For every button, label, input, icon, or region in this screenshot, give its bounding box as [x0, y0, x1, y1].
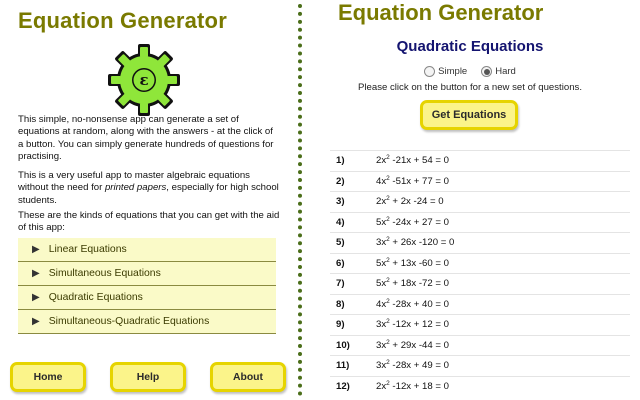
get-equations-button[interactable]: Get Equations [420, 100, 518, 130]
equation-number: 8) [336, 298, 345, 310]
simple-radio-label: Simple [438, 66, 468, 77]
instruction-text: Please click on the button for a new set… [358, 82, 582, 93]
kind-label: Linear Equations [48, 244, 127, 255]
printed-papers-emphasis: printed papers [104, 182, 167, 194]
equation-text: 4x2 -28x + 40 = 0 [376, 297, 449, 310]
equation-row: 4) 5x2 -24x + 27 = 0 [330, 211, 630, 233]
equation-text: 3x2 -12x + 12 = 0 [376, 318, 449, 331]
kind-item-simultaneous[interactable]: ▶ Simultaneous Equations [18, 262, 276, 286]
equation-number: 10) [336, 339, 350, 351]
equation-row: 5) 3x2 + 26x -120 = 0 [330, 232, 630, 253]
usefulness-paragraph: This is a very useful app to master alge… [18, 170, 279, 206]
equation-row: 12) 2x2 -12x + 18 = 0 [330, 375, 630, 397]
panel-divider [298, 4, 302, 396]
equation-row: 7) 5x2 + 18x -72 = 0 [330, 273, 630, 294]
equation-number: 9) [336, 319, 345, 331]
equation-text: 5x2 -24x + 27 = 0 [376, 215, 449, 228]
app-title: Equation Generator [18, 8, 227, 33]
equation-number: 4) [336, 216, 345, 228]
bottom-nav: Home Help About [0, 362, 292, 394]
equation-number: 3) [336, 196, 345, 208]
kind-item-quadratic[interactable]: ▶ Quadratic Equations [18, 286, 276, 310]
gear-logo-icon: ε [108, 44, 180, 116]
hard-radio[interactable]: Hard [481, 66, 516, 77]
equation-text: 2x2 + 2x -24 = 0 [376, 195, 444, 208]
equation-text: 2x2 -12x + 18 = 0 [376, 379, 449, 392]
equation-row: 9) 3x2 -12x + 12 = 0 [330, 314, 630, 335]
home-button[interactable]: Home [10, 362, 86, 392]
equation-kinds-list: ▶ Linear Equations ▶ Simultaneous Equation… [18, 238, 276, 334]
equation-text: 3x2 -28x + 49 = 0 [376, 359, 449, 372]
equation-text: 3x2 + 26x -120 = 0 [376, 236, 455, 249]
difficulty-radio-group: Simple Hard [310, 66, 630, 77]
play-arrow-icon: ▶ [32, 316, 40, 327]
quadratic-panel: Equation Generator Quadratic Equations S… [310, 0, 640, 400]
equation-text: 5x2 + 13x -60 = 0 [376, 256, 449, 269]
home-panel: Equation Generator ε This simple, no-non… [0, 0, 292, 400]
equation-number: 6) [336, 257, 345, 269]
intro-paragraph: This simple, no-nonsense app can generat… [18, 114, 274, 163]
equation-text: 3x2 + 29x -44 = 0 [376, 338, 449, 351]
equation-row: 8) 4x2 -28x + 40 = 0 [330, 293, 630, 315]
kind-item-simultaneous-quadratic[interactable]: ▶ Simultaneous-Quadratic Equations [18, 310, 276, 334]
play-arrow-icon: ▶ [32, 292, 40, 303]
hard-radio-label: Hard [495, 66, 516, 77]
equation-row: 3) 2x2 + 2x -24 = 0 [330, 191, 630, 212]
equation-number: 12) [336, 380, 350, 392]
page-subtitle: Quadratic Equations [396, 38, 544, 55]
logo-letter: ε [139, 71, 148, 89]
equation-number: 5) [336, 237, 345, 249]
kinds-intro-paragraph: These are the kinds of equations that yo… [18, 210, 280, 234]
equation-text: 5x2 + 18x -72 = 0 [376, 277, 449, 290]
equation-number: 11) [336, 360, 350, 372]
simple-radio[interactable]: Simple [424, 66, 467, 77]
radio-selected-icon [481, 66, 493, 77]
equation-number: 7) [336, 278, 345, 290]
equation-row: 1) 2x2 -21x + 54 = 0 [330, 150, 630, 171]
kind-label: Simultaneous-Quadratic Equations [48, 316, 210, 327]
kind-label: Simultaneous Equations [48, 268, 161, 279]
equation-row: 10) 3x2 + 29x -44 = 0 [330, 334, 630, 356]
equation-row: 11) 3x2 -28x + 49 = 0 [330, 355, 630, 376]
play-arrow-icon: ▶ [32, 268, 40, 279]
kind-item-linear[interactable]: ▶ Linear Equations [18, 238, 276, 262]
equation-number: 1) [336, 155, 345, 167]
help-button[interactable]: Help [110, 362, 186, 392]
radio-circle-icon [424, 66, 436, 77]
equation-number: 2) [336, 175, 345, 187]
play-arrow-icon: ▶ [32, 244, 40, 255]
app-title: Equation Generator [338, 0, 544, 25]
equation-text: 2x2 -21x + 54 = 0 [376, 154, 449, 167]
equation-row: 6) 5x2 + 13x -60 = 0 [330, 252, 630, 274]
equation-row: 2) 4x2 -51x + 77 = 0 [330, 170, 630, 192]
kind-label: Quadratic Equations [48, 292, 143, 303]
equations-list: 1) 2x2 -21x + 54 = 0 2) 4x2 -51x + 77 = 0 … [330, 150, 630, 396]
about-button[interactable]: About [210, 362, 286, 392]
equation-text: 4x2 -51x + 77 = 0 [376, 174, 449, 187]
